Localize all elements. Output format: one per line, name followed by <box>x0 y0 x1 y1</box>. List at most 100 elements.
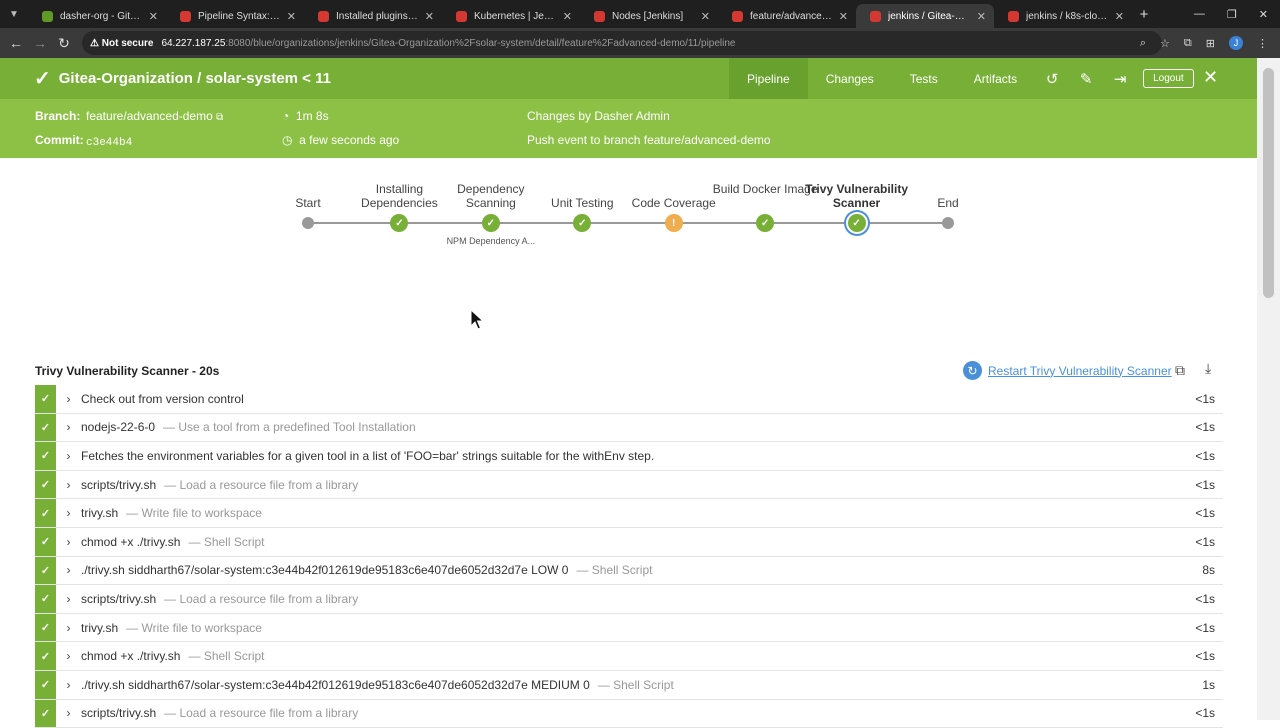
step-row[interactable]: ✓ › trivy.sh — Write file to workspace <1s <box>35 613 1223 643</box>
not-secure-badge[interactable]: ⚠ Not secure <box>90 38 153 49</box>
exit-classic-icon[interactable]: ⇥ <box>1103 70 1137 88</box>
stage-unstable-icon[interactable]: ! <box>664 214 683 232</box>
chevron-right-icon[interactable]: › <box>56 621 81 635</box>
tab-close-icon[interactable]: ✕ <box>425 10 434 23</box>
chevron-right-icon[interactable]: › <box>56 649 81 663</box>
tab-close-icon[interactable]: ✕ <box>701 10 710 23</box>
commit-label: Commit: <box>35 133 84 147</box>
back-icon[interactable]: ← <box>4 35 28 51</box>
step-row[interactable]: ✓ › Fetches the environment variables for … <box>35 442 1223 471</box>
extension-icon[interactable]: ⧉ <box>1184 37 1192 50</box>
tab-close-icon[interactable]: ✕ <box>149 10 158 23</box>
stage-label[interactable]: Code Coverage <box>614 196 734 210</box>
step-row[interactable]: ✓ › chmod +x ./trivy.sh — Shell Script <1s <box>35 642 1223 671</box>
branch-link[interactable]: feature/advanced-demo <box>86 109 213 123</box>
browser-tab[interactable]: Pipeline Syntax: Directive ✕ <box>166 4 304 28</box>
tab-close-icon[interactable]: ✕ <box>839 10 848 23</box>
step-duration: <1s <box>1195 448 1215 463</box>
browser-tab[interactable]: feature/advanced-demo ✕ <box>718 4 856 28</box>
tab-search-icon[interactable]: ▼ <box>0 0 28 28</box>
run-back-chevron-icon[interactable]: < <box>302 70 311 87</box>
page-scrollbar[interactable] <box>1257 58 1280 720</box>
forward-icon[interactable]: → <box>28 35 52 51</box>
browser-tab[interactable]: Nodes [Jenkins] ✕ <box>580 4 718 28</box>
browser-tab[interactable]: jenkins / Gitea-Organizati ✕ <box>856 4 994 28</box>
step-row[interactable]: ✓ › chmod +x ./trivy.sh — Shell Script <1s <box>35 527 1223 557</box>
restart-stage-link[interactable]: ↻ Restart Trivy Vulnerability Scanner <box>963 361 1172 380</box>
chevron-right-icon[interactable]: › <box>56 706 81 720</box>
step-description: — Write file to workspace <box>126 620 262 635</box>
chevron-right-icon[interactable]: › <box>56 478 81 492</box>
stage-success-icon[interactable]: ✓ <box>481 214 500 232</box>
restore-icon[interactable]: ❐ <box>1227 8 1237 21</box>
profile-avatar[interactable]: J <box>1229 36 1243 50</box>
step-row[interactable]: ✓ › trivy.sh — Write file to workspace <1s <box>35 499 1223 528</box>
step-row[interactable]: ✓ › scripts/trivy.sh — Load a resource file… <box>35 585 1223 614</box>
browser-menu-icon[interactable]: ⋮ <box>1257 37 1268 50</box>
url-input[interactable]: ⚠ Not secure 64.227.187.25:8080/blue/org… <box>82 31 1162 55</box>
step-success-icon: ✓ <box>35 527 56 556</box>
tab-close-icon[interactable]: ✕ <box>977 10 986 23</box>
tab-close-icon[interactable]: ✕ <box>1115 10 1124 23</box>
edit-pencil-icon[interactable]: ✎ <box>1069 70 1103 88</box>
step-name: chmod +x ./trivy.sh <box>81 534 181 549</box>
step-row[interactable]: ✓ › scripts/trivy.sh — Load a resource file… <box>35 699 1223 728</box>
stage-success-icon[interactable]: ✓ <box>756 214 775 232</box>
external-link-icon[interactable]: ⧉ <box>216 112 223 123</box>
chevron-right-icon[interactable]: › <box>56 592 81 606</box>
step-row[interactable]: ✓ › ./trivy.sh siddharth67/solar-system:c3… <box>35 556 1223 586</box>
step-duration: <1s <box>1195 591 1215 606</box>
bookmark-star-icon[interactable]: ☆ <box>1160 37 1170 50</box>
step-name: ./trivy.sh siddharth67/solar-system:c3e4… <box>81 677 590 692</box>
reload-icon[interactable]: ↻ <box>52 35 76 52</box>
step-duration: <1s <box>1195 477 1215 492</box>
step-description: — Load a resource file from a library <box>164 477 359 492</box>
zoom-icon[interactable]: ⌕ <box>1140 37 1146 50</box>
steps-list: ✓ › Check out from version control <1s ✓ › nod… <box>35 385 1223 728</box>
chevron-right-icon[interactable]: › <box>56 563 81 577</box>
stage-success-icon[interactable]: ✓ <box>847 214 866 232</box>
run-cause: Push event to branch feature/advanced-de… <box>527 133 771 147</box>
rerun-icon[interactable]: ↺ <box>1035 70 1069 88</box>
run-meta: Branch: feature/advanced-demo ⧉ Commit: … <box>0 99 1257 158</box>
step-description: — Use a tool from a predefined Tool Inst… <box>163 420 416 435</box>
download-icon[interactable]: ⤓ <box>1205 360 1211 377</box>
tab-favicon-icon <box>180 10 191 22</box>
chevron-right-icon[interactable]: › <box>56 392 81 406</box>
minimize-icon[interactable]: — <box>1194 8 1205 20</box>
stage-label[interactable]: End <box>888 196 1008 210</box>
step-row[interactable]: ✓ › Check out from version control <1s <box>35 385 1223 414</box>
logout-button[interactable]: Logout <box>1143 69 1194 88</box>
open-external-icon[interactable]: ⧉ <box>1175 362 1185 379</box>
tab-title: feature/advanced-demo <box>750 10 832 22</box>
close-window-icon[interactable]: ✕ <box>1259 8 1268 21</box>
puzzle-icon[interactable]: ⊞ <box>1206 37 1215 50</box>
chevron-right-icon[interactable]: › <box>56 420 81 434</box>
chevron-right-icon[interactable]: › <box>56 449 81 463</box>
browser-tab[interactable]: Installed plugins - Plugins ✕ <box>304 4 442 28</box>
chevron-right-icon[interactable]: › <box>56 678 81 692</box>
tab-tests[interactable]: Tests <box>892 58 956 99</box>
tab-close-icon[interactable]: ✕ <box>287 10 296 23</box>
browser-tab[interactable]: Kubernetes | Jenkins plug ✕ <box>442 4 580 28</box>
tab-pipeline[interactable]: Pipeline <box>729 58 808 99</box>
tab-artifacts[interactable]: Artifacts <box>956 58 1035 99</box>
tab-close-icon[interactable]: ✕ <box>563 10 572 23</box>
chevron-right-icon[interactable]: › <box>56 506 81 520</box>
browser-tab[interactable]: jenkins / k8s-cloud-agent ✕ <box>994 4 1132 28</box>
stage-success-icon[interactable]: ✓ <box>573 214 592 232</box>
header-nav: Pipeline Changes Tests Artifacts ↺ ✎ ⇥ Logo… <box>729 58 1194 99</box>
step-row[interactable]: ✓ › ./trivy.sh siddharth67/solar-system:c3… <box>35 670 1223 700</box>
step-row[interactable]: ✓ › nodejs-22-6-0 — Use a tool from a prede… <box>35 413 1223 443</box>
restart-icon[interactable]: ↻ <box>963 361 982 380</box>
parallel-branch-label[interactable]: NPM Dependency A... <box>441 236 541 247</box>
stage-success-icon[interactable]: ✓ <box>390 214 409 232</box>
tab-changes[interactable]: Changes <box>808 58 892 99</box>
browser-tab[interactable]: dasher-org - Gitea: Git w ✕ <box>28 4 166 28</box>
step-row[interactable]: ✓ › scripts/trivy.sh — Load a resource file… <box>35 470 1223 500</box>
step-name: scripts/trivy.sh <box>81 706 157 721</box>
new-tab-button[interactable]: + <box>1132 6 1156 23</box>
tab-title: jenkins / Gitea-Organizati <box>888 10 970 22</box>
close-icon[interactable]: ✕ <box>1203 67 1218 88</box>
chevron-right-icon[interactable]: › <box>56 535 81 549</box>
